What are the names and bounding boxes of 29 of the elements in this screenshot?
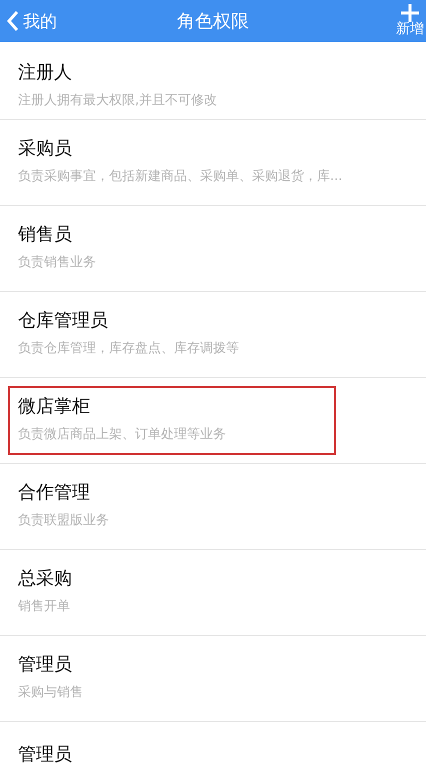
role-name: 注册人 bbox=[18, 61, 73, 84]
role-name: 管理员 bbox=[18, 653, 73, 676]
role-row[interactable]: 合作管理 负责联盟版业务 bbox=[0, 464, 426, 550]
role-row[interactable]: 微店掌柜 负责微店商品上架、订单处理等业务 bbox=[0, 378, 426, 464]
role-name: 总采购 bbox=[18, 567, 73, 590]
role-name: 仓库管理员 bbox=[18, 309, 109, 332]
role-description: 采购与销售 bbox=[18, 684, 83, 702]
back-icon bbox=[6, 10, 20, 32]
role-name: 采购员 bbox=[18, 137, 73, 160]
role-name: 合作管理 bbox=[18, 481, 91, 504]
role-row[interactable]: 采购员 负责采购事宜，包括新建商品、采购单、采购退货，库... bbox=[0, 120, 426, 206]
role-name: 管理员 bbox=[18, 743, 73, 766]
role-description: 注册人拥有最大权限,并且不可修改 bbox=[18, 92, 218, 110]
role-description: 负责采购事宜，包括新建商品、采购单、采购退货，库... bbox=[18, 168, 342, 186]
role-row[interactable]: 管理员 采购与销售 bbox=[0, 636, 426, 722]
page-title: 角色权限 bbox=[177, 10, 249, 33]
role-row[interactable]: 仓库管理员 负责仓库管理，库存盘点、库存调拨等 bbox=[0, 292, 426, 378]
role-description: 负责仓库管理，库存盘点、库存调拨等 bbox=[18, 340, 239, 358]
role-name: 微店掌柜 bbox=[18, 395, 91, 418]
role-row[interactable]: 总采购 销售开单 bbox=[0, 550, 426, 636]
role-name: 销售员 bbox=[18, 223, 73, 246]
role-row[interactable]: 注册人 注册人拥有最大权限,并且不可修改 bbox=[0, 42, 426, 120]
role-row[interactable]: 管理员 bbox=[0, 722, 426, 771]
role-description: 负责销售业务 bbox=[18, 254, 96, 272]
plus-icon bbox=[401, 4, 419, 22]
role-description: 销售开单 bbox=[18, 598, 70, 616]
role-description: 负责联盟版业务 bbox=[18, 512, 109, 530]
role-description: 负责微店商品上架、订单处理等业务 bbox=[18, 426, 226, 444]
role-row[interactable]: 销售员 负责销售业务 bbox=[0, 206, 426, 292]
